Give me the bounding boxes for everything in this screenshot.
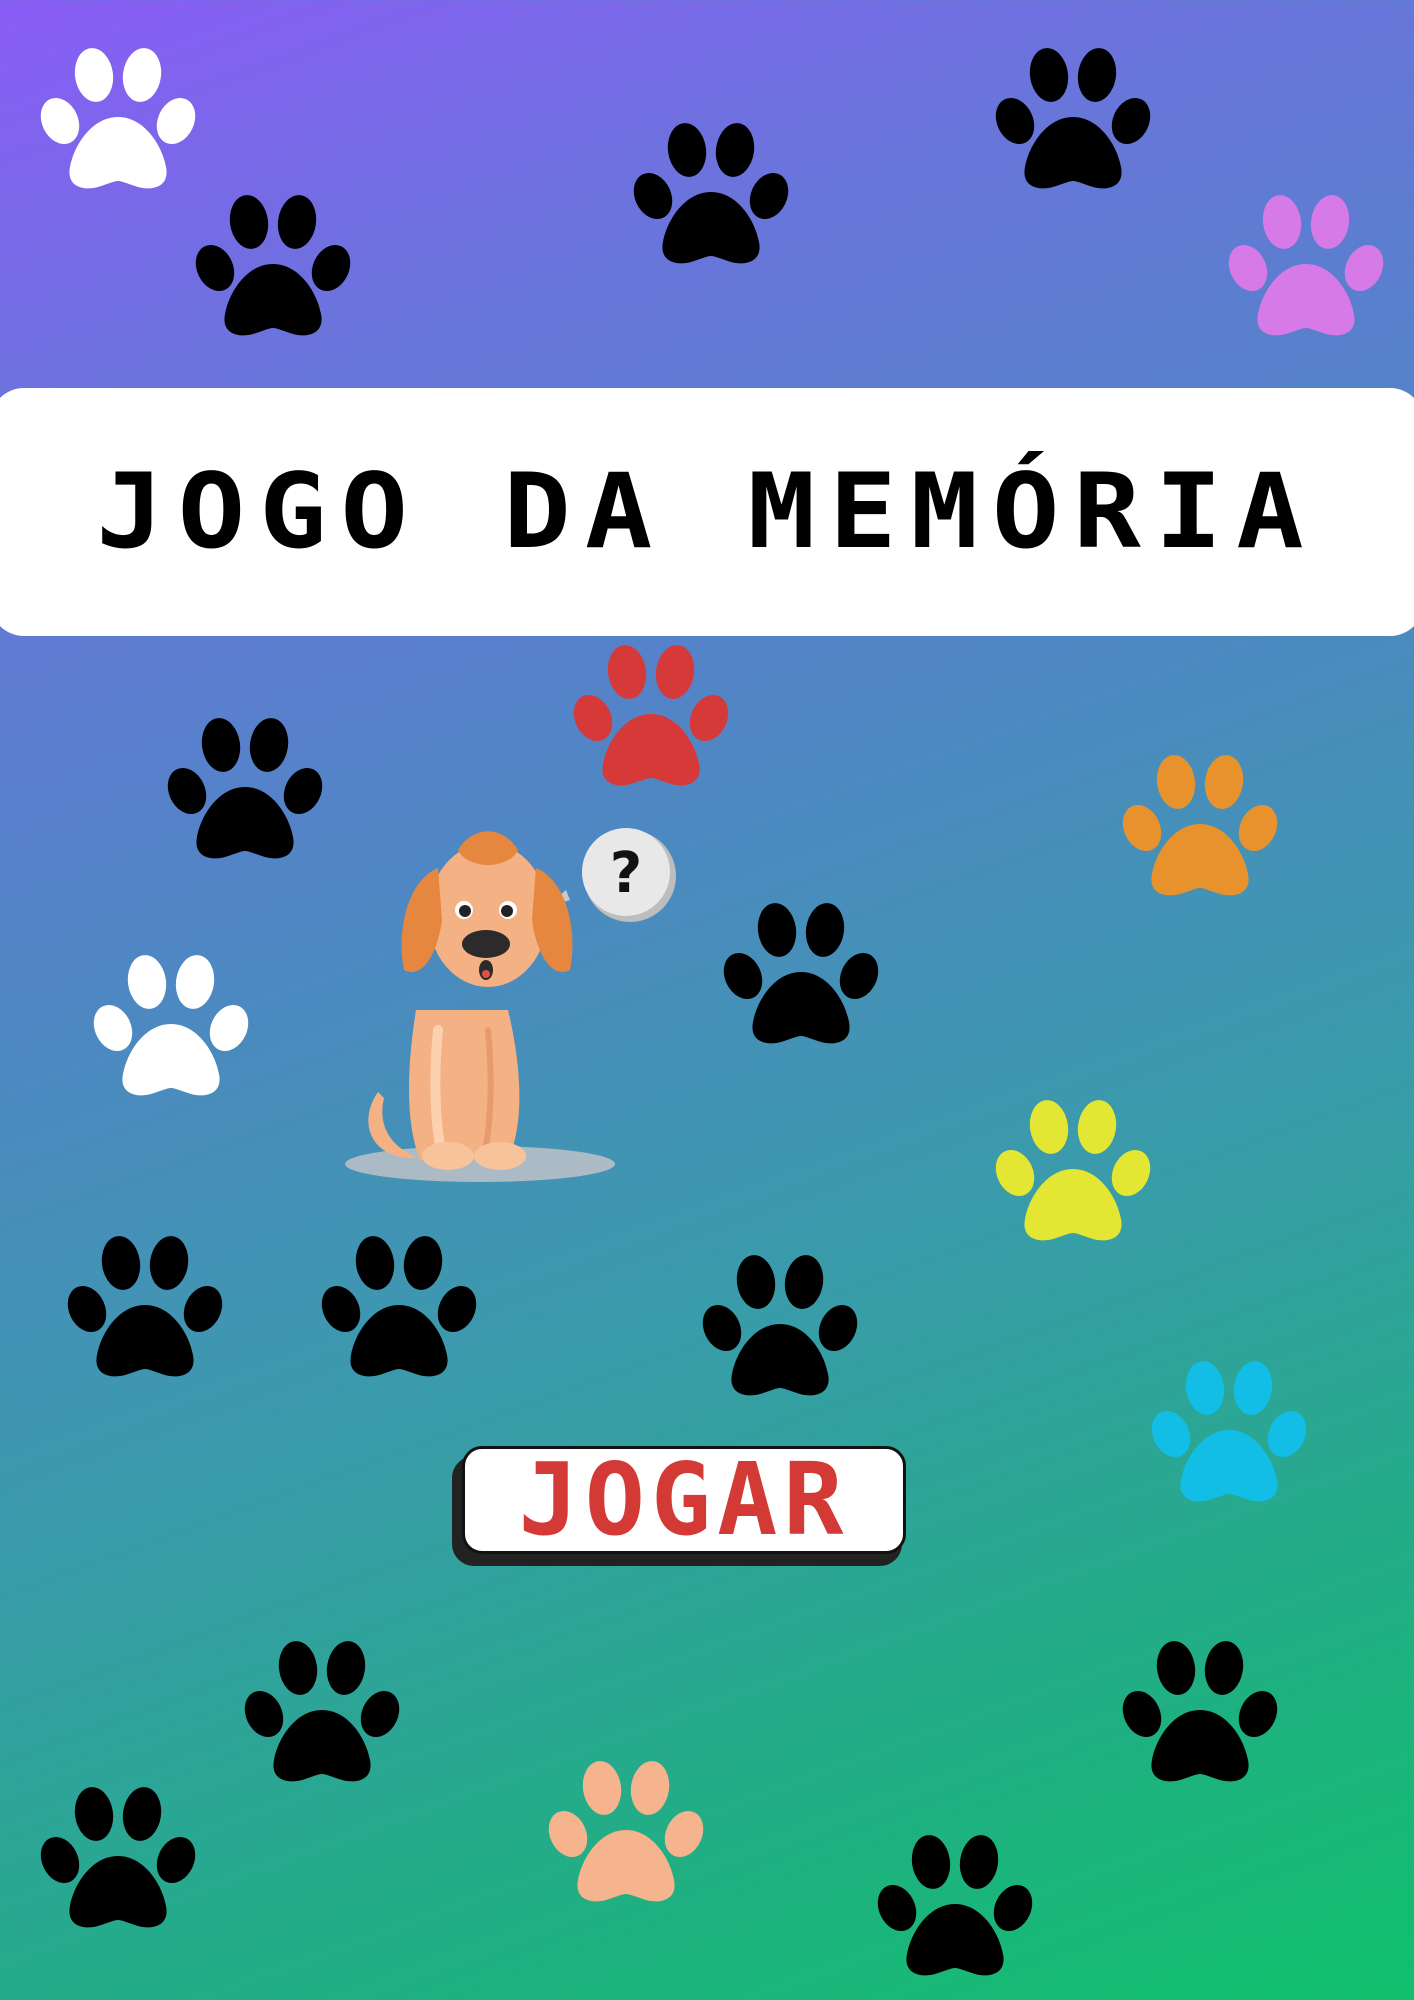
play-button[interactable]: JOGAR [462, 1446, 906, 1554]
paw-print-icon [633, 120, 789, 270]
paw-print-icon [548, 1758, 704, 1908]
paw-print-icon [40, 1784, 196, 1934]
paw-print-icon [877, 1832, 1033, 1982]
paw-print-icon [195, 192, 351, 342]
paw-print-icon [723, 900, 879, 1050]
paw-print-icon [1122, 1638, 1278, 1788]
paw-print-icon [93, 952, 249, 1102]
title-banner: JOGO DA MEMÓRIA [0, 388, 1414, 636]
paw-print-icon [1151, 1358, 1307, 1508]
play-button-label: JOGAR [518, 1441, 850, 1558]
paw-print-icon [167, 715, 323, 865]
game-title: JOGO DA MEMÓRIA [96, 452, 1318, 572]
paw-print-icon [702, 1252, 858, 1402]
paw-print-icon [1122, 752, 1278, 902]
paw-print-icon [67, 1233, 223, 1383]
paw-print-icon [321, 1233, 477, 1383]
paw-print-icon [995, 1097, 1151, 1247]
svg-text:?: ? [610, 841, 642, 906]
paw-print-icon [995, 45, 1151, 195]
paw-print-icon [573, 642, 729, 792]
play-button-wrapper: JOGAR [452, 1446, 914, 1568]
paw-print-icon [40, 45, 196, 195]
paw-print-icon [1228, 192, 1384, 342]
puppy-question-icon: ? [338, 820, 678, 1190]
paw-print-icon [244, 1638, 400, 1788]
